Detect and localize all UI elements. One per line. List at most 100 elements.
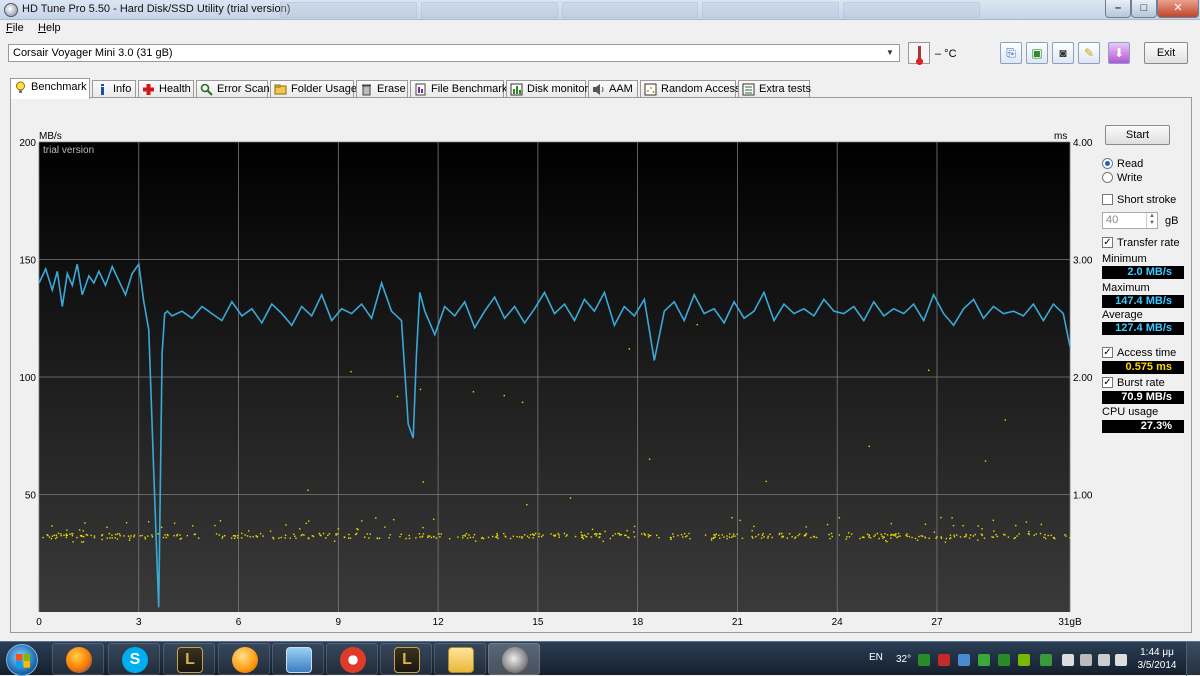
access-time-point: [882, 537, 884, 539]
file-benchmark-icon: [415, 83, 426, 96]
access-time-point: [299, 528, 301, 530]
access-time-point: [729, 533, 731, 535]
access-time-point: [533, 534, 536, 536]
tab-folder-usage[interactable]: Folder Usage: [270, 80, 357, 98]
access-time-point: [741, 537, 744, 539]
tray-app-icon[interactable]: [978, 654, 990, 666]
trial-watermark: trial version: [43, 145, 94, 156]
temperature-unit-button[interactable]: [908, 42, 930, 65]
taskbar-skype[interactable]: S: [108, 643, 160, 675]
read-radio[interactable]: [1102, 158, 1113, 169]
access-time-point: [924, 537, 927, 539]
access-time-point: [861, 536, 864, 538]
close-button[interactable]: ✕: [1157, 0, 1199, 18]
access-time-point: [557, 532, 559, 535]
battery-icon[interactable]: [1098, 654, 1110, 666]
access-time-point: [308, 520, 310, 522]
access-time-point: [828, 533, 830, 536]
start-button[interactable]: Start: [1105, 125, 1170, 145]
access-time-point: [162, 536, 165, 539]
tab-benchmark[interactable]: Benchmark: [10, 78, 90, 99]
taskbar-hd-tune[interactable]: [488, 643, 540, 675]
nvidia-icon[interactable]: [1018, 654, 1030, 666]
write-radio[interactable]: [1102, 172, 1113, 183]
short-stroke-spinner[interactable]: 40 ▲ ▼: [1102, 212, 1158, 229]
maximize-button[interactable]: □: [1131, 0, 1157, 18]
access-time-point: [219, 520, 222, 522]
tab-file-benchmark[interactable]: File Benchmark: [410, 80, 507, 98]
tray-temperature[interactable]: 32°: [896, 654, 911, 665]
tray-app-icon[interactable]: [998, 654, 1010, 666]
taskbar-control-panel[interactable]: [272, 643, 324, 675]
tab-random-access[interactable]: Random Access: [640, 80, 740, 98]
access-time-point: [866, 533, 869, 535]
tab-erase[interactable]: Erase: [356, 80, 408, 98]
flag-icon[interactable]: [1062, 654, 1074, 666]
y-left-tick-labels: 50 100 150 200: [19, 138, 36, 502]
tray-app-icon[interactable]: [1040, 654, 1052, 666]
access-time-point: [670, 538, 672, 541]
taskbar-league-of-legends[interactable]: L: [163, 643, 215, 675]
show-desktop-button[interactable]: [1186, 642, 1200, 676]
drive-select[interactable]: Corsair Voyager Mini 3.0 (31 gB) ▼: [8, 44, 900, 62]
title-bar[interactable]: HD Tune Pro 5.50 - Hard Disk/SSD Utility…: [0, 0, 1200, 20]
access-time-point: [90, 534, 92, 537]
tray-app-icon[interactable]: [938, 654, 950, 666]
burst-rate-label: Burst rate: [1117, 377, 1165, 389]
taskbar-firefox[interactable]: [52, 643, 104, 675]
tab-disk-monitor[interactable]: Disk monitor: [506, 80, 588, 98]
access-time-point: [430, 536, 433, 539]
volume-icon[interactable]: [1115, 654, 1127, 666]
access-time-point: [335, 534, 337, 536]
menu-file[interactable]: File: [6, 22, 24, 34]
tab-info[interactable]: Info: [92, 80, 136, 98]
minimize-button[interactable]: –: [1105, 0, 1131, 18]
access-time-point: [893, 534, 895, 536]
access-time-point: [710, 539, 713, 541]
access-time-point: [924, 523, 927, 525]
access-time-point: [295, 537, 297, 540]
taskbar-vlc[interactable]: [218, 643, 270, 675]
start-button[interactable]: [6, 644, 38, 676]
access-time-point: [421, 536, 423, 538]
tray-app-icon[interactable]: [958, 654, 970, 666]
save-button[interactable]: ⬇: [1108, 42, 1130, 64]
exit-button[interactable]: Exit: [1144, 42, 1188, 64]
spinner-arrows-icon[interactable]: ▲ ▼: [1146, 213, 1157, 228]
short-stroke-checkbox[interactable]: [1102, 194, 1113, 205]
access-time-checkbox[interactable]: ✓: [1102, 347, 1113, 358]
camera-button[interactable]: ◙: [1052, 42, 1074, 64]
access-time-point: [65, 536, 68, 539]
access-time-point: [1044, 537, 1047, 540]
x-tick-label: 9: [336, 617, 342, 628]
network-icon[interactable]: [1080, 654, 1092, 666]
access-time-point: [914, 537, 917, 540]
access-time-point: [566, 534, 568, 536]
access-time-point: [755, 535, 757, 538]
tab-aam[interactable]: AAM: [588, 80, 638, 98]
menu-help[interactable]: Help: [38, 22, 61, 34]
tray-language[interactable]: EN: [869, 652, 883, 663]
copy-text-button[interactable]: ⎘: [1000, 42, 1022, 64]
clock[interactable]: 1:44 μμ 3/5/2014: [1134, 646, 1180, 672]
access-time-point: [115, 533, 117, 536]
taskbar-explorer[interactable]: [434, 643, 486, 675]
taskbar-ccleaner[interactable]: [326, 643, 378, 675]
tray-app-icon[interactable]: [918, 654, 930, 666]
access-time-point: [1033, 534, 1036, 537]
options-button[interactable]: ✎: [1078, 42, 1100, 64]
access-time-point: [1018, 533, 1020, 535]
access-time-point: [285, 524, 287, 526]
access-time-point: [884, 532, 886, 535]
chevron-down-icon[interactable]: ▼: [883, 46, 897, 60]
tab-health[interactable]: Health: [138, 80, 194, 98]
access-time-point: [487, 536, 490, 539]
access-time-point: [337, 533, 339, 535]
tab-error-scan[interactable]: Error Scan: [196, 80, 270, 98]
transfer-rate-checkbox[interactable]: ✓: [1102, 237, 1113, 248]
taskbar-league-of-legends-2[interactable]: L: [380, 643, 432, 675]
copy-screenshot-button[interactable]: ▣: [1026, 42, 1048, 64]
access-time-point: [1003, 533, 1005, 536]
burst-rate-checkbox[interactable]: ✓: [1102, 377, 1113, 388]
tab-extra-tests[interactable]: Extra tests: [738, 80, 811, 98]
